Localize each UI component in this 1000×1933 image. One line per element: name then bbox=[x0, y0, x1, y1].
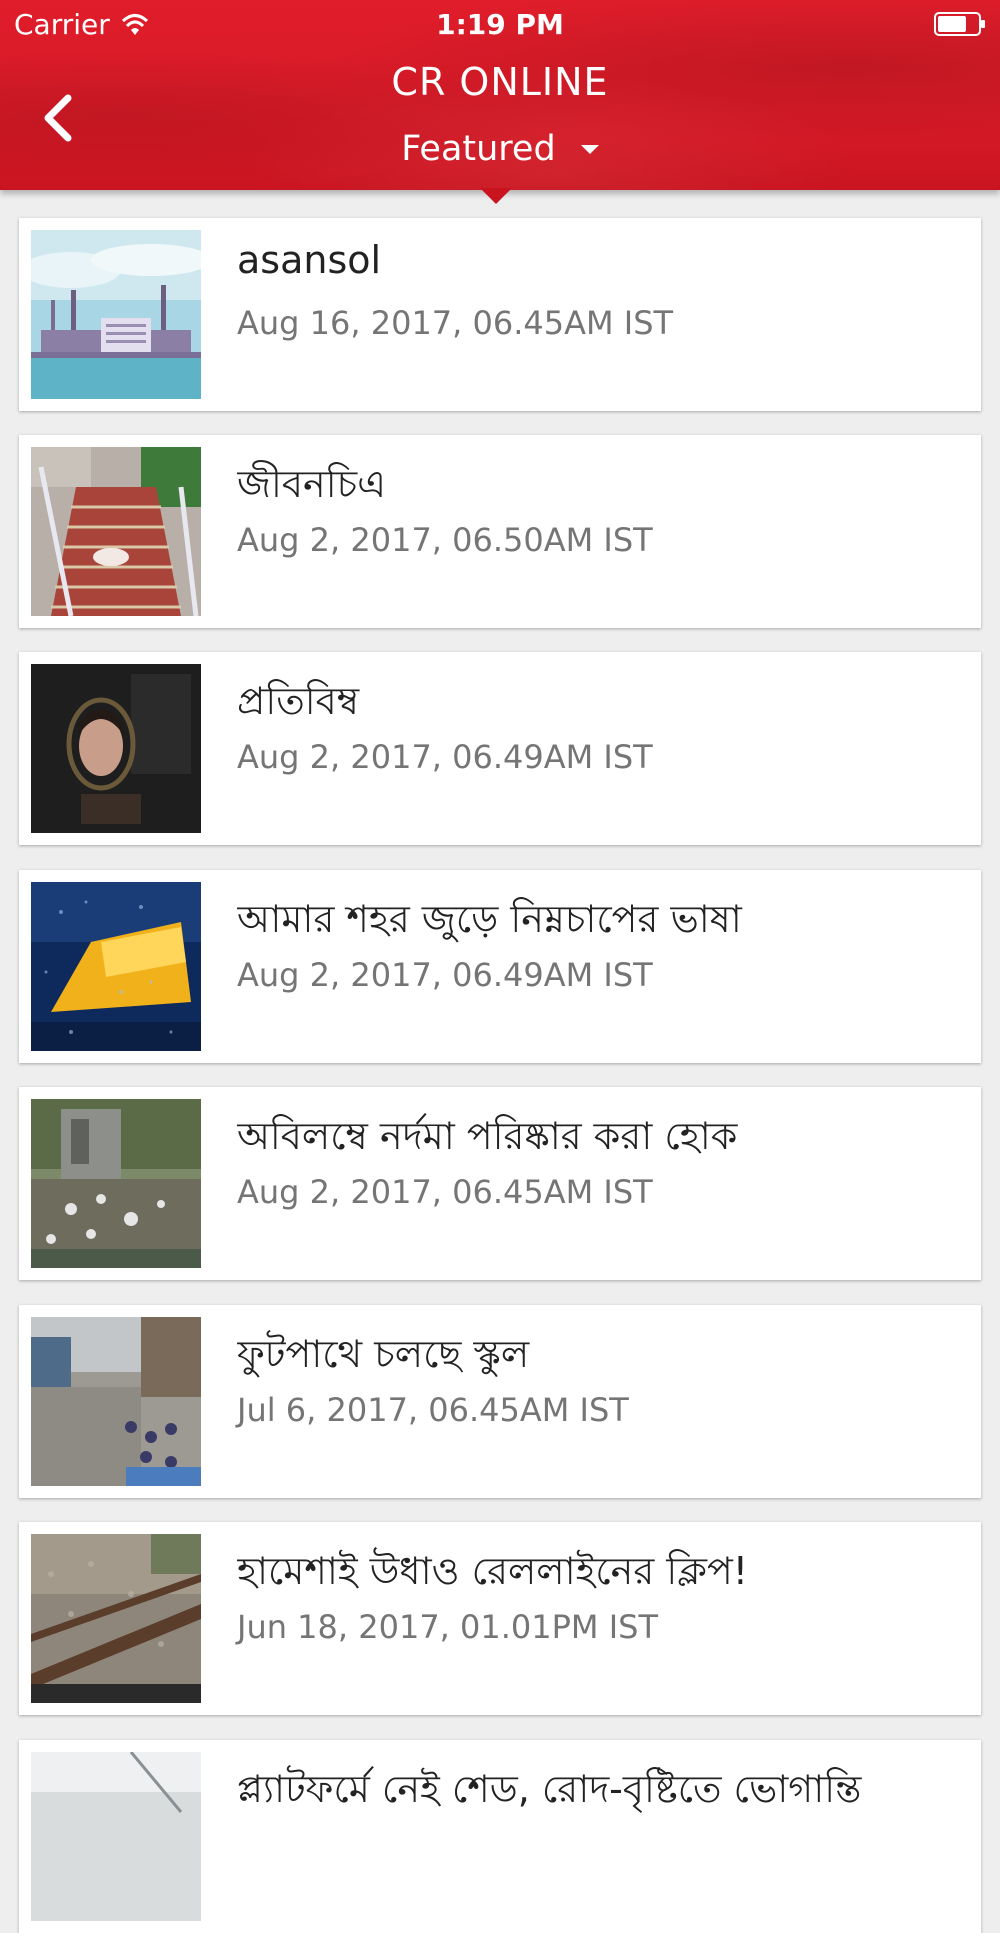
article-thumbnail bbox=[31, 1317, 201, 1486]
article-thumbnail bbox=[31, 664, 201, 833]
article-date: Jun 18, 2017, 01.01PM IST bbox=[237, 1608, 658, 1646]
article-title: অবিলম্বে নর্দমা পরিষ্কার করা হোক bbox=[237, 1114, 738, 1158]
article-thumbnail bbox=[31, 882, 201, 1051]
caret-down-icon bbox=[580, 144, 599, 154]
article-thumbnail bbox=[31, 447, 201, 616]
article-title: asansol bbox=[237, 238, 382, 282]
article-date: Aug 2, 2017, 06.50AM IST bbox=[237, 521, 653, 559]
article-title: প্ল্যাটফর্মে নেই শেড, রোদ-বৃষ্টিতে ভোগান… bbox=[237, 1767, 862, 1811]
status-time: 1:19 PM bbox=[436, 8, 564, 41]
footpath-school-image bbox=[31, 1317, 201, 1486]
article-card[interactable]: হামেশাই উধাও রেললাইনের ক্লিপ! Jun 18, 20… bbox=[19, 1522, 981, 1715]
article-card[interactable]: প্ল্যাটফর্মে নেই শেড, রোদ-বৃষ্টিতে ভোগান… bbox=[19, 1740, 981, 1933]
article-thumbnail bbox=[31, 1099, 201, 1268]
drain-garbage-image bbox=[31, 1099, 201, 1268]
feed-selector-dropdown[interactable]: Featured bbox=[0, 128, 1000, 169]
platform-image bbox=[31, 1752, 201, 1921]
article-date: Aug 2, 2017, 06.49AM IST bbox=[237, 956, 653, 994]
article-date: Aug 2, 2017, 06.45AM IST bbox=[237, 1173, 653, 1211]
article-thumbnail bbox=[31, 230, 201, 399]
article-date: Jul 6, 2017, 06.45AM IST bbox=[237, 1391, 629, 1429]
article-date: Aug 16, 2017, 06.45AM IST bbox=[237, 304, 674, 342]
header-notch bbox=[480, 188, 512, 204]
article-thumbnail bbox=[31, 1534, 201, 1703]
app-header: Carrier 1:19 PM CR ONLINE Featured bbox=[0, 0, 1000, 190]
article-card[interactable]: আমার শহর জুড়ে নিম্নচাপের ভাষা Aug 2, 20… bbox=[19, 870, 981, 1063]
article-title: হামেশাই উধাও রেললাইনের ক্লিপ! bbox=[237, 1549, 748, 1593]
feed-selector-label: Featured bbox=[401, 129, 556, 169]
article-card[interactable]: ফুটপাথে চলছে স্কুল Jul 6, 2017, 06.45AM … bbox=[19, 1305, 981, 1498]
stairs-image bbox=[31, 447, 201, 616]
battery-icon bbox=[934, 12, 985, 36]
article-date: Aug 2, 2017, 06.49AM IST bbox=[237, 738, 653, 776]
app-title: CR ONLINE bbox=[391, 60, 609, 104]
status-bar: Carrier 1:19 PM bbox=[0, 0, 1000, 50]
article-card[interactable]: প্রতিবিম্ব Aug 2, 2017, 06.49AM IST bbox=[19, 652, 981, 845]
article-title: জীবনচিএ bbox=[237, 462, 386, 506]
article-title: ফুটপাথে চলছে স্কুল bbox=[237, 1332, 530, 1376]
article-card[interactable]: asansol Aug 16, 2017, 06.45AM IST bbox=[19, 218, 981, 411]
article-card[interactable]: জীবনচিএ Aug 2, 2017, 06.50AM IST bbox=[19, 435, 981, 628]
article-card[interactable]: অবিলম্বে নর্দমা পরিষ্কার করা হোক Aug 2, … bbox=[19, 1087, 981, 1280]
article-list: asansol Aug 16, 2017, 06.45AM IST জীবনচি… bbox=[0, 0, 1000, 1933]
article-title: আমার শহর জুড়ে নিম্নচাপের ভাষা bbox=[237, 897, 742, 941]
article-title: প্রতিবিম্ব bbox=[237, 679, 360, 723]
article-thumbnail bbox=[31, 1752, 201, 1921]
mirror-portrait-image bbox=[31, 664, 201, 833]
rain-window-image bbox=[31, 882, 201, 1051]
railway-track-image bbox=[31, 1534, 201, 1703]
factory-image bbox=[31, 230, 201, 399]
